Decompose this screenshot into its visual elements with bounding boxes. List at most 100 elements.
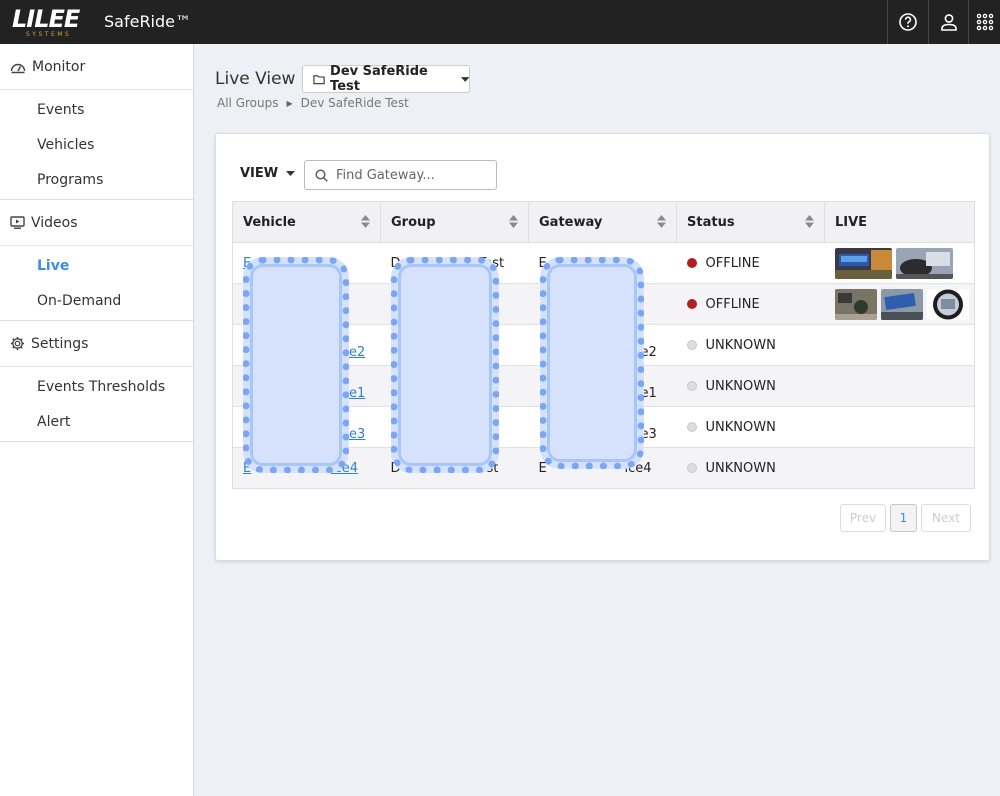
sidebar-item-events[interactable]: Events [0, 92, 193, 127]
status-unknown-dot [686, 380, 697, 391]
sidebar: Monitor Events Vehicles Programs Videos … [0, 44, 194, 796]
app-title: SafeRide™ [104, 12, 191, 31]
live-camera-thumbnail[interactable] [926, 288, 969, 320]
live-camera-thumbnail[interactable] [880, 288, 923, 320]
sidebar-item-vehicles[interactable]: Vehicles [0, 127, 193, 162]
pagination: Prev 1 Next [840, 504, 971, 532]
status-text: UNKNOWN [705, 378, 776, 394]
chevron-down-icon [286, 171, 296, 176]
status-offline-dot [686, 298, 697, 309]
vehicle-link[interactable]: e2 [349, 345, 365, 360]
sidebar-item-programs[interactable]: Programs [0, 162, 193, 197]
status-text: OFFLINE [705, 255, 760, 271]
page-title: Live View [215, 69, 296, 89]
status-text: UNKNOWN [705, 337, 776, 353]
breadcrumb-all-groups[interactable]: All Groups [217, 96, 278, 110]
column-header-status[interactable]: Status [676, 201, 825, 243]
help-icon [898, 13, 917, 31]
status-text: UNKNOWN [705, 419, 776, 435]
lilee-logo[interactable]: LILEE SYSTEMS [12, 5, 80, 39]
view-label: VIEW [240, 166, 279, 181]
live-camera-thumbnail[interactable] [834, 288, 877, 320]
vehicle-link[interactable]: e1 [349, 386, 365, 401]
redaction-overlay [243, 257, 349, 473]
vehicle-link[interactable]: e3 [349, 427, 365, 442]
live-cell [824, 365, 975, 407]
sidebar-item-events-thresholds[interactable]: Events Thresholds [0, 369, 193, 404]
folder-icon [313, 74, 325, 84]
column-header-gateway[interactable]: Gateway [528, 201, 677, 243]
top-bar: LILEE SYSTEMS SafeRide™ [0, 0, 1000, 44]
column-label: Status [687, 214, 735, 230]
status-text: OFFLINE [705, 296, 760, 312]
sort-icon [509, 215, 518, 228]
breadcrumb-separator-icon: ▶ [286, 98, 293, 108]
search-input[interactable] [336, 167, 486, 183]
prev-page-button[interactable]: Prev [840, 504, 886, 532]
status-cell: UNKNOWN [676, 365, 825, 407]
live-camera-thumbnail[interactable] [895, 247, 953, 279]
video-icon [10, 216, 25, 229]
status-unknown-dot [686, 339, 697, 350]
user-button[interactable] [928, 0, 968, 44]
sort-icon [361, 215, 370, 228]
apps-grid-icon [976, 13, 993, 31]
breadcrumb: All Groups ▶ Dev SafeRide Test [217, 96, 409, 110]
live-cell [824, 242, 975, 284]
help-button[interactable] [887, 0, 927, 44]
column-label: LIVE [835, 214, 868, 230]
column-label: Group [391, 214, 436, 230]
table-header-row: Vehicle Group Gateway Status LIVE [232, 201, 975, 243]
status-cell: UNKNOWN [676, 447, 825, 489]
sidebar-section-settings: Settings Events Thresholds Alert [0, 321, 193, 442]
sidebar-heading-label: Monitor [32, 58, 86, 75]
live-cell [824, 324, 975, 366]
column-header-group[interactable]: Group [380, 201, 529, 243]
sidebar-heading-settings[interactable]: Settings [0, 321, 193, 367]
page-1-button[interactable]: 1 [890, 504, 917, 532]
logo-subtext: SYSTEMS [26, 31, 72, 38]
sidebar-item-live[interactable]: Live [0, 248, 193, 283]
sidebar-item-alert[interactable]: Alert [0, 404, 193, 439]
live-cell [824, 406, 975, 448]
chevron-down-icon [460, 76, 469, 82]
live-cell [824, 283, 975, 325]
column-header-live: LIVE [824, 201, 975, 243]
sidebar-section-videos: Videos Live On-Demand [0, 200, 193, 321]
next-page-button[interactable]: Next [921, 504, 971, 532]
status-text: UNKNOWN [705, 460, 776, 476]
column-header-vehicle[interactable]: Vehicle [232, 201, 381, 243]
sidebar-heading-monitor[interactable]: Monitor [0, 44, 193, 90]
user-icon [940, 14, 957, 31]
search-icon [315, 168, 328, 182]
live-camera-thumbnail[interactable] [834, 247, 892, 279]
sort-icon [657, 215, 666, 228]
sidebar-section-monitor: Monitor Events Vehicles Programs [0, 44, 193, 200]
sidebar-item-on-demand[interactable]: On-Demand [0, 283, 193, 318]
column-label: Gateway [539, 214, 603, 230]
group-select-value: Dev SafeRide Test [330, 64, 428, 94]
sidebar-heading-videos[interactable]: Videos [0, 200, 193, 246]
sort-icon [805, 215, 814, 228]
logo-text: LILEE [12, 5, 80, 33]
group-select-dropdown[interactable]: Dev SafeRide Test [302, 64, 470, 94]
status-unknown-dot [686, 462, 697, 473]
breadcrumb-current-group: Dev SafeRide Test [300, 96, 409, 110]
status-unknown-dot [686, 421, 697, 432]
redaction-overlay [391, 257, 499, 473]
gateway-search-box[interactable] [304, 160, 497, 190]
gauge-icon [10, 63, 26, 73]
live-cell [824, 447, 975, 489]
gear-icon [10, 336, 25, 351]
status-cell: UNKNOWN [676, 406, 825, 448]
status-cell: UNKNOWN [676, 324, 825, 366]
redaction-overlay [540, 257, 644, 469]
status-cell: OFFLINE [676, 242, 825, 284]
column-label: Vehicle [243, 214, 296, 230]
status-offline-dot [686, 257, 697, 268]
apps-button[interactable] [968, 0, 1000, 44]
view-dropdown[interactable]: VIEW [240, 166, 296, 181]
status-cell: OFFLINE [676, 283, 825, 325]
sidebar-heading-label: Settings [31, 335, 89, 352]
sidebar-heading-label: Videos [31, 214, 78, 231]
